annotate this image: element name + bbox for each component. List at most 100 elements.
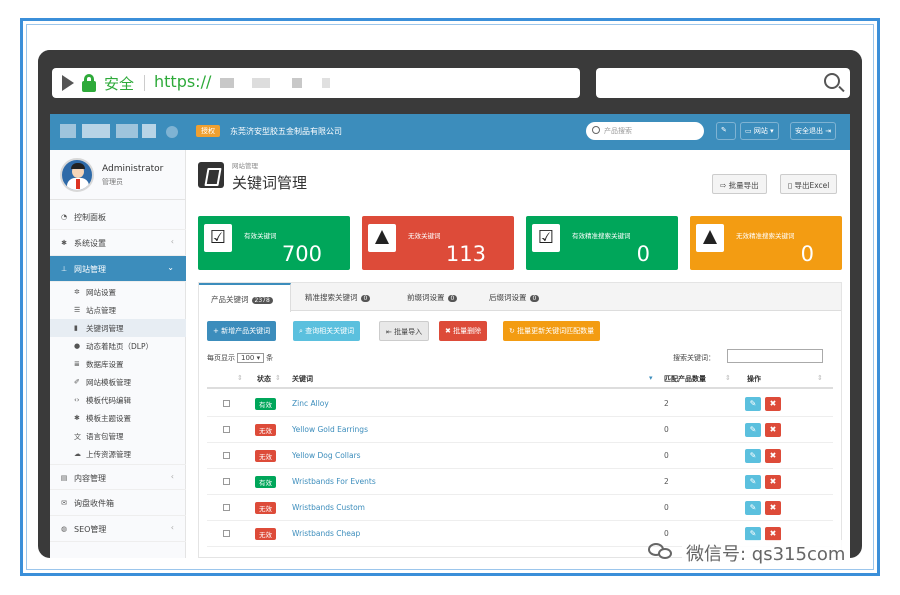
stat-value: 0 — [800, 242, 814, 266]
tab-prefix-settings[interactable]: 前缀词设置 0 — [407, 283, 458, 311]
keyword-link[interactable]: Wristbands For Events — [292, 477, 376, 486]
delete-icon[interactable]: ✖ — [765, 397, 781, 411]
add-keyword-label: + 新增产品关键词 — [213, 327, 271, 335]
edit-icon[interactable]: ✎ — [745, 423, 761, 437]
sidebar-subitem-dlp[interactable]: ● 动态着陆页（DLP） — [50, 337, 186, 355]
batch-refresh-button[interactable]: ↻ 批量更新关键词匹配数量 — [503, 321, 601, 341]
sidebar-subitem-uploads[interactable]: ☁ 上传资源管理 — [50, 445, 186, 463]
keyword-link[interactable]: Yellow Dog Collars — [292, 451, 361, 460]
sidebar-item-seo[interactable]: ◍ SEO管理 ‹ — [50, 516, 186, 542]
page-size-value: 100 — [241, 354, 255, 362]
batch-delete-label: 批量删除 — [453, 327, 482, 335]
sidebar-item-dashboard[interactable]: ◔ 控制面板 — [50, 204, 186, 230]
edit-button[interactable]: ✎ — [716, 122, 736, 140]
tab-product-keywords[interactable]: 产品关键词 2378 — [199, 283, 291, 312]
blurred-url — [252, 78, 270, 88]
circle-icon: ● — [74, 342, 81, 350]
status-badge: 有效 — [255, 398, 276, 410]
sort-icon[interactable]: ⇕ — [237, 374, 243, 382]
edit-icon[interactable]: ✎ — [745, 449, 761, 463]
address-bar[interactable]: 安全 https:// — [52, 68, 580, 98]
row-checkbox[interactable] — [223, 530, 230, 537]
sidebar-item-website-management[interactable]: ⊥ 网站管理 ⌄ — [50, 256, 186, 282]
tab-exact-keywords[interactable]: 精准搜索关键词 0 — [305, 283, 371, 311]
sidebar-item-inbox[interactable]: ✉ 询盘收件箱 — [50, 490, 186, 516]
dashboard-icon: ◔ — [60, 213, 68, 221]
keyword-link[interactable]: Wristbands Cheap — [292, 529, 360, 538]
folder-icon: ▤ — [60, 474, 68, 482]
add-keyword-button[interactable]: + 新增产品关键词 — [207, 321, 277, 341]
edit-icon[interactable]: ✎ — [745, 397, 761, 411]
page-size-select[interactable]: 100 ▾ — [237, 353, 265, 363]
sidebar-subitem-template-code[interactable]: ‹› 模板代码编辑 — [50, 391, 186, 409]
sort-desc-icon[interactable]: ▾ — [649, 374, 653, 382]
sidebar-subitem-label: 关键词管理 — [86, 324, 124, 333]
edit-icon[interactable]: ✎ — [745, 475, 761, 489]
delete-icon[interactable]: ✖ — [765, 475, 781, 489]
batch-export-button[interactable]: ⇨ 批量导出 — [712, 174, 767, 194]
sidebar-item-system-settings[interactable]: ✱ 系统设置 ‹ — [50, 230, 186, 256]
edit-icon[interactable]: ✎ — [745, 527, 761, 541]
product-search-input[interactable]: 产品搜索 — [586, 122, 704, 140]
secure-label: 安全 — [104, 75, 135, 93]
sidebar-subitem-templates[interactable]: ✐ 网站模板管理 — [50, 373, 186, 391]
delete-icon[interactable]: ✖ — [765, 423, 781, 437]
menu-toggle-icon[interactable] — [166, 126, 178, 138]
table-row: 有效 Zinc Alloy 2 ✎ ✖ — [207, 391, 833, 417]
delete-icon[interactable]: ✖ — [765, 449, 781, 463]
sidebar-subitem-database[interactable]: ≣ 数据库设置 — [50, 355, 186, 373]
sidebar-item-content[interactable]: ▤ 内容管理 ‹ — [50, 464, 186, 490]
divider — [144, 75, 145, 91]
breadcrumb[interactable]: 网站管理 — [232, 160, 258, 170]
sidebar-subitem-site-settings[interactable]: ✲ 网站设置 — [50, 283, 186, 301]
column-match-count[interactable]: 匹配产品数量 — [664, 374, 706, 384]
sort-icon[interactable]: ⇕ — [817, 374, 823, 382]
keyword-search-label: 搜索关键词： — [673, 354, 715, 362]
export-excel-button[interactable]: ▯ 导出Excel — [780, 174, 838, 194]
sidebar-subitem-theme[interactable]: ✱ 模板主题设置 — [50, 409, 186, 427]
delete-icon[interactable]: ✖ — [765, 501, 781, 515]
sidebar-subitem-sites[interactable]: ☰ 站点管理 — [50, 301, 186, 319]
sort-icon[interactable]: ⇕ — [725, 374, 731, 382]
wechat-watermark: 微信号: qs315com — [682, 540, 850, 566]
delete-icon[interactable]: ✖ — [765, 527, 781, 541]
sidebar-item-label: 网站管理 — [74, 265, 106, 274]
stat-label: 有效精准搜索关键词 — [572, 232, 631, 240]
find-related-button[interactable]: ⌕ 查询相关关键词 — [293, 321, 361, 341]
site-dropdown-button[interactable]: ▭ 网站 ▾ — [740, 122, 779, 140]
keyword-link[interactable]: Zinc Alloy — [292, 399, 329, 408]
stat-value: 0 — [636, 242, 650, 266]
sort-icon[interactable]: ⇕ — [275, 374, 281, 382]
user-role: 管理员 — [102, 178, 123, 186]
row-checkbox[interactable] — [223, 426, 230, 433]
warning-icon: ! — [368, 224, 396, 252]
row-checkbox[interactable] — [223, 478, 230, 485]
sidebar-subitem-keywords[interactable]: ▮ 关键词管理 — [50, 319, 186, 337]
keyword-link[interactable]: Yellow Gold Earrings — [292, 425, 368, 434]
browser-search-box[interactable] — [596, 68, 850, 98]
batch-delete-button[interactable]: ✖ 批量删除 — [439, 321, 488, 341]
logout-button[interactable]: 安全退出 ⇥ — [790, 122, 837, 140]
refresh-icon: ↻ — [509, 327, 518, 335]
tab-suffix-settings[interactable]: 后缀词设置 0 — [489, 283, 540, 311]
sidebar: Administrator 管理员 ◔ 控制面板 ✱ 系统设置 ‹ ⊥ 网站管理… — [50, 150, 186, 558]
blurred-url — [322, 78, 330, 88]
column-keyword[interactable]: 关键词 — [292, 374, 313, 384]
keyword-search-input[interactable] — [727, 349, 823, 363]
sidebar-subitem-language[interactable]: 文语言包管理 — [50, 427, 186, 445]
row-checkbox[interactable] — [223, 400, 230, 407]
table-row: 无效 Yellow Dog Collars 0 ✎ ✖ — [207, 443, 833, 469]
search-icon[interactable] — [824, 73, 840, 89]
batch-import-button[interactable]: ⇤ 批量导入 — [379, 321, 430, 341]
keyword-link[interactable]: Wristbands Custom — [292, 503, 365, 512]
tab-label: 后缀词设置 — [489, 293, 527, 302]
row-checkbox[interactable] — [223, 504, 230, 511]
keyword-tabs-panel: 产品关键词 2378 精准搜索关键词 0 前缀词设置 0 后缀词设置 0 + 新增产品关… — [198, 282, 842, 558]
batch-refresh-label: 批量更新关键词匹配数量 — [517, 327, 595, 335]
book-icon — [198, 162, 224, 188]
sidebar-item-label: SEO管理 — [74, 525, 107, 534]
column-status[interactable]: 状态 — [257, 374, 271, 384]
edit-icon[interactable]: ✎ — [745, 501, 761, 515]
row-checkbox[interactable] — [223, 452, 230, 459]
match-count: 2 — [664, 399, 669, 408]
